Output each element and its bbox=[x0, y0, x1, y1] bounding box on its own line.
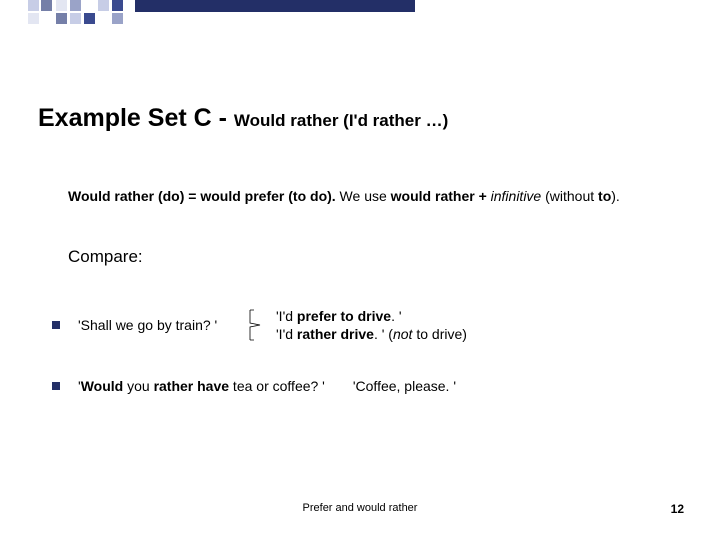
header-decoration bbox=[0, 0, 720, 36]
deco-square bbox=[56, 13, 67, 24]
deco-square bbox=[112, 13, 123, 24]
compare-label: Compare: bbox=[68, 247, 682, 267]
answer-1a: 'I'd prefer to drive. ' bbox=[276, 307, 467, 325]
answers-1: 'I'd prefer to drive. ' 'I'd rather driv… bbox=[276, 307, 467, 343]
deco-square bbox=[56, 0, 67, 11]
deco-square bbox=[70, 0, 81, 11]
deco-square bbox=[41, 0, 52, 11]
footer-text: Prefer and would rather bbox=[0, 502, 720, 514]
slide-title: Example Set C - Would rather (I'd rather… bbox=[38, 104, 682, 133]
deco-square bbox=[112, 0, 123, 11]
deco-square bbox=[28, 13, 39, 24]
question-1: 'Shall we go by train? ' bbox=[78, 317, 248, 333]
deco-square bbox=[98, 0, 109, 11]
bracket-icon bbox=[248, 308, 266, 342]
page-number: 12 bbox=[671, 502, 684, 516]
question-2: 'Would you rather have tea or coffee? ' bbox=[78, 378, 325, 394]
intro-text: Would rather (do) = would prefer (to do)… bbox=[68, 187, 682, 205]
deco-square bbox=[28, 0, 39, 11]
title-sub: Would rather (I'd rather …) bbox=[234, 111, 448, 130]
title-sep: - bbox=[212, 104, 234, 132]
example-row-2: 'Would you rather have tea or coffee? ' … bbox=[52, 378, 682, 394]
deco-square bbox=[70, 13, 81, 24]
answer-1b: 'I'd rather drive. ' (not to drive) bbox=[276, 325, 467, 343]
title-main: Example Set C bbox=[38, 104, 212, 132]
answer-2: 'Coffee, please. ' bbox=[353, 378, 456, 394]
bullet-icon bbox=[52, 321, 60, 329]
deco-square bbox=[84, 13, 95, 24]
example-row-1: 'Shall we go by train? ' 'I'd prefer to … bbox=[52, 307, 682, 343]
header-bar bbox=[135, 0, 415, 12]
bullet-icon bbox=[52, 382, 60, 390]
slide-content: Example Set C - Would rather (I'd rather… bbox=[38, 104, 682, 428]
